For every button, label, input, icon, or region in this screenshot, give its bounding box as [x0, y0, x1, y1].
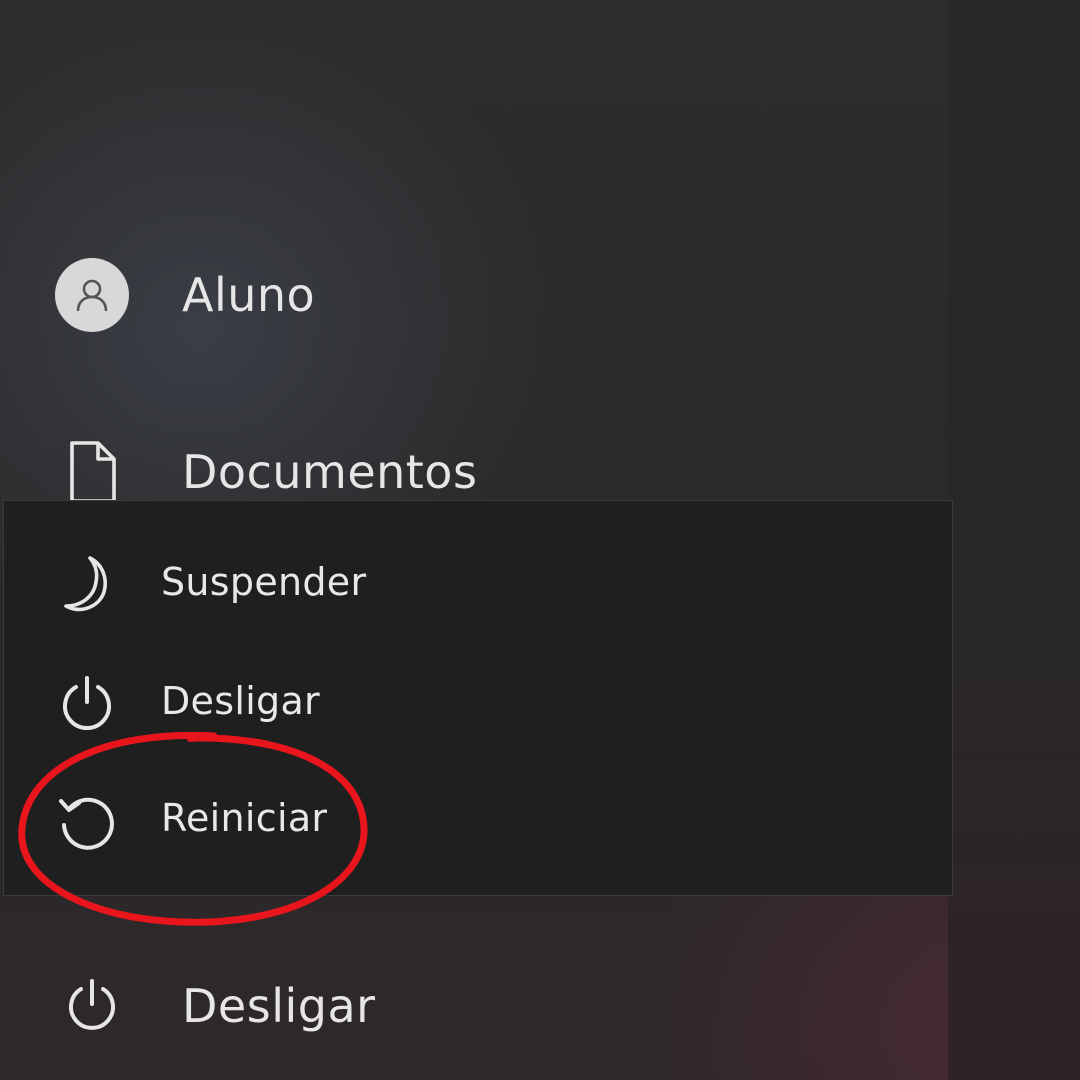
menu-item-suspender-label: Suspender [161, 560, 367, 604]
screen: Aluno Documentos Desligar Suspender Desl… [0, 0, 1080, 1080]
menu-item-desligar[interactable]: Desligar [4, 649, 950, 759]
start-tiles-panel [948, 0, 1080, 1080]
power-icon [63, 676, 111, 731]
user-avatar-icon [55, 258, 129, 332]
sidebar-item-user-label: Aluno [182, 268, 316, 322]
sidebar-item-power[interactable]: Desligar [0, 956, 940, 1056]
sidebar-item-user[interactable]: Aluno [0, 245, 940, 345]
restart-icon [59, 797, 114, 850]
moon-icon [64, 556, 107, 612]
sidebar-item-power-label: Desligar [182, 979, 376, 1033]
menu-item-suspender[interactable]: Suspender [4, 530, 950, 640]
document-icon [70, 441, 116, 503]
sidebar-item-documents-label: Documentos [182, 445, 478, 499]
power-icon [69, 979, 115, 1030]
user-icon-wrap [52, 255, 132, 335]
menu-item-desligar-label: Desligar [161, 679, 320, 723]
menu-item-reiniciar[interactable]: Reiniciar [4, 766, 950, 876]
suspender-icon-wrap [52, 550, 122, 620]
power-icon-wrap [52, 966, 132, 1046]
menu-item-reiniciar-label: Reiniciar [161, 796, 328, 840]
reiniciar-icon-wrap [52, 786, 122, 856]
power-options-menu: Suspender Desligar Reiniciar [3, 500, 953, 896]
desligar-icon-wrap [52, 669, 122, 739]
